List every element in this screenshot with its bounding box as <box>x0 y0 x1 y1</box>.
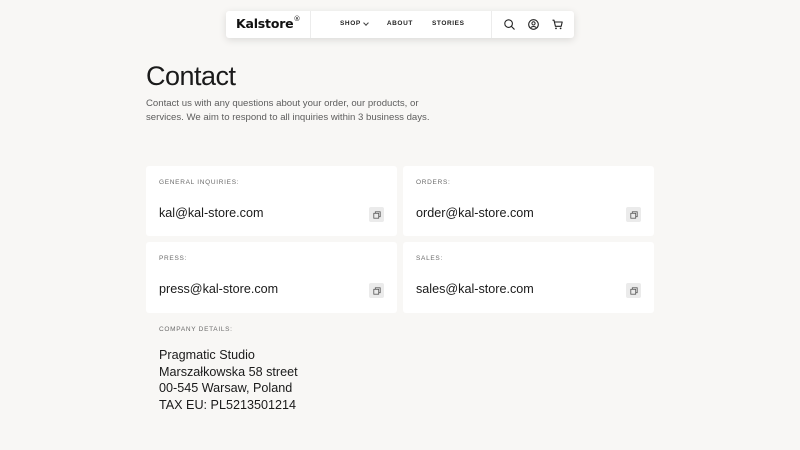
email-link[interactable]: sales@kal-store.com <box>416 282 534 296</box>
card-label: PRESS: <box>159 255 188 262</box>
contact-card-sales: SALES: sales@kal-store.com <box>403 242 654 313</box>
card-label: SALES: <box>416 255 443 262</box>
contact-card-orders: ORDERS: order@kal-store.com <box>403 166 654 236</box>
contact-card-general: GENERAL INQUIRIES: kal@kal-store.com <box>146 166 397 236</box>
copy-button[interactable] <box>626 207 641 222</box>
email-link[interactable]: kal@kal-store.com <box>159 206 263 220</box>
nav-divider <box>491 11 492 38</box>
email-link[interactable]: press@kal-store.com <box>159 282 278 296</box>
nav-links: SHOP ABOUT STORIES <box>340 19 484 27</box>
user-icon[interactable] <box>527 18 540 31</box>
company-details-label: COMPANY DETAILS: <box>159 326 233 333</box>
search-icon[interactable] <box>503 18 516 31</box>
company-tax-id: TAX EU: PL5213501214 <box>159 397 296 412</box>
email-link[interactable]: order@kal-store.com <box>416 206 534 220</box>
card-label: GENERAL INQUIRIES: <box>159 179 240 186</box>
copy-icon <box>372 286 381 295</box>
nav-link-stories[interactable]: STORIES <box>432 20 465 27</box>
cart-icon[interactable] <box>551 18 564 31</box>
top-navbar: Kalstore® SHOP ABOUT STORIES <box>226 11 574 38</box>
chevron-down-icon <box>362 19 369 26</box>
copy-button[interactable] <box>369 207 384 222</box>
brand-logo[interactable]: Kalstore® <box>236 15 300 31</box>
company-name: Pragmatic Studio <box>159 348 255 362</box>
copy-icon <box>629 286 638 295</box>
nav-icons <box>503 18 564 31</box>
copy-icon <box>629 210 638 219</box>
company-city: 00-545 Warsaw, Poland <box>159 381 293 395</box>
copy-button[interactable] <box>369 283 384 298</box>
company-street: Marszałkowska 58 street <box>159 364 298 379</box>
copy-button[interactable] <box>626 283 641 298</box>
company-details: Pragmatic Studio Marszałkowska 58 street… <box>159 347 298 413</box>
intro-text: Contact us with any questions about your… <box>146 98 430 123</box>
card-label: ORDERS: <box>416 179 451 186</box>
nav-link-about[interactable]: ABOUT <box>387 20 413 27</box>
copy-icon <box>372 210 381 219</box>
nav-link-shop[interactable]: SHOP <box>340 19 369 27</box>
contact-card-press: PRESS: press@kal-store.com <box>146 242 397 313</box>
nav-divider <box>310 11 311 38</box>
page-title: Contact <box>146 61 236 91</box>
